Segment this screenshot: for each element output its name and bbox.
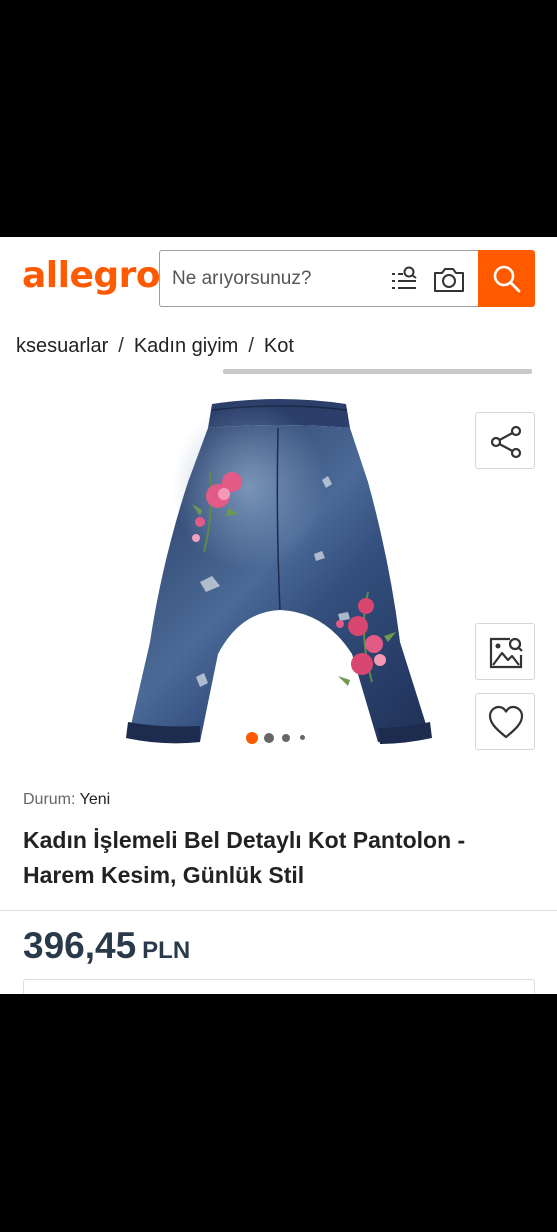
purchase-card — [23, 979, 535, 994]
allegro-logo[interactable]: allegro — [22, 255, 161, 296]
condition-label: Durum: — [23, 791, 76, 808]
search-filter-icon[interactable] — [390, 265, 420, 295]
divider — [0, 910, 557, 911]
search-input[interactable] — [172, 265, 382, 293]
pagination-dot[interactable] — [300, 735, 305, 740]
camera-icon[interactable] — [432, 265, 466, 295]
condition-value: Yeni — [79, 791, 111, 808]
breadcrumb-item-womens-clothing[interactable]: Kadın giyim — [134, 335, 239, 358]
product-price: 396,45 PLN — [23, 925, 190, 967]
pagination-dot[interactable] — [264, 733, 274, 743]
breadcrumb-separator: / — [248, 335, 254, 357]
image-search-icon — [489, 637, 523, 669]
share-icon — [490, 425, 522, 459]
price-currency: PLN — [142, 937, 191, 964]
breadcrumb: ksesuarlar / Kadın giyim / Kot — [16, 335, 294, 358]
breadcrumb-item-jeans[interactable]: Kot — [264, 335, 294, 358]
search-box[interactable] — [159, 250, 479, 307]
breadcrumb-scroll-indicator — [223, 369, 532, 374]
favorite-button[interactable] — [475, 693, 535, 750]
breadcrumb-item-accessories[interactable]: ksesuarlar — [16, 335, 108, 358]
search-icon — [493, 265, 521, 293]
share-button[interactable] — [475, 412, 535, 469]
breadcrumb-separator: / — [118, 335, 124, 357]
pagination-dot-active[interactable] — [246, 732, 258, 744]
image-search-button[interactable] — [475, 623, 535, 680]
status-bar-area — [0, 0, 557, 237]
app-screen: allegro ksesuarlar / Kadın giyim / Kot — [0, 237, 557, 994]
product-condition: Durum: Yeni — [23, 791, 110, 809]
heart-icon — [488, 705, 524, 739]
navigation-bar-area — [0, 994, 557, 1232]
pagination-dot[interactable] — [282, 734, 290, 742]
price-value: 396,45 — [23, 925, 137, 966]
product-title: Kadın İşlemeli Bel Detaylı Kot Pantolon … — [23, 827, 466, 888]
search-button[interactable] — [478, 250, 535, 307]
product-image[interactable] — [100, 392, 460, 762]
